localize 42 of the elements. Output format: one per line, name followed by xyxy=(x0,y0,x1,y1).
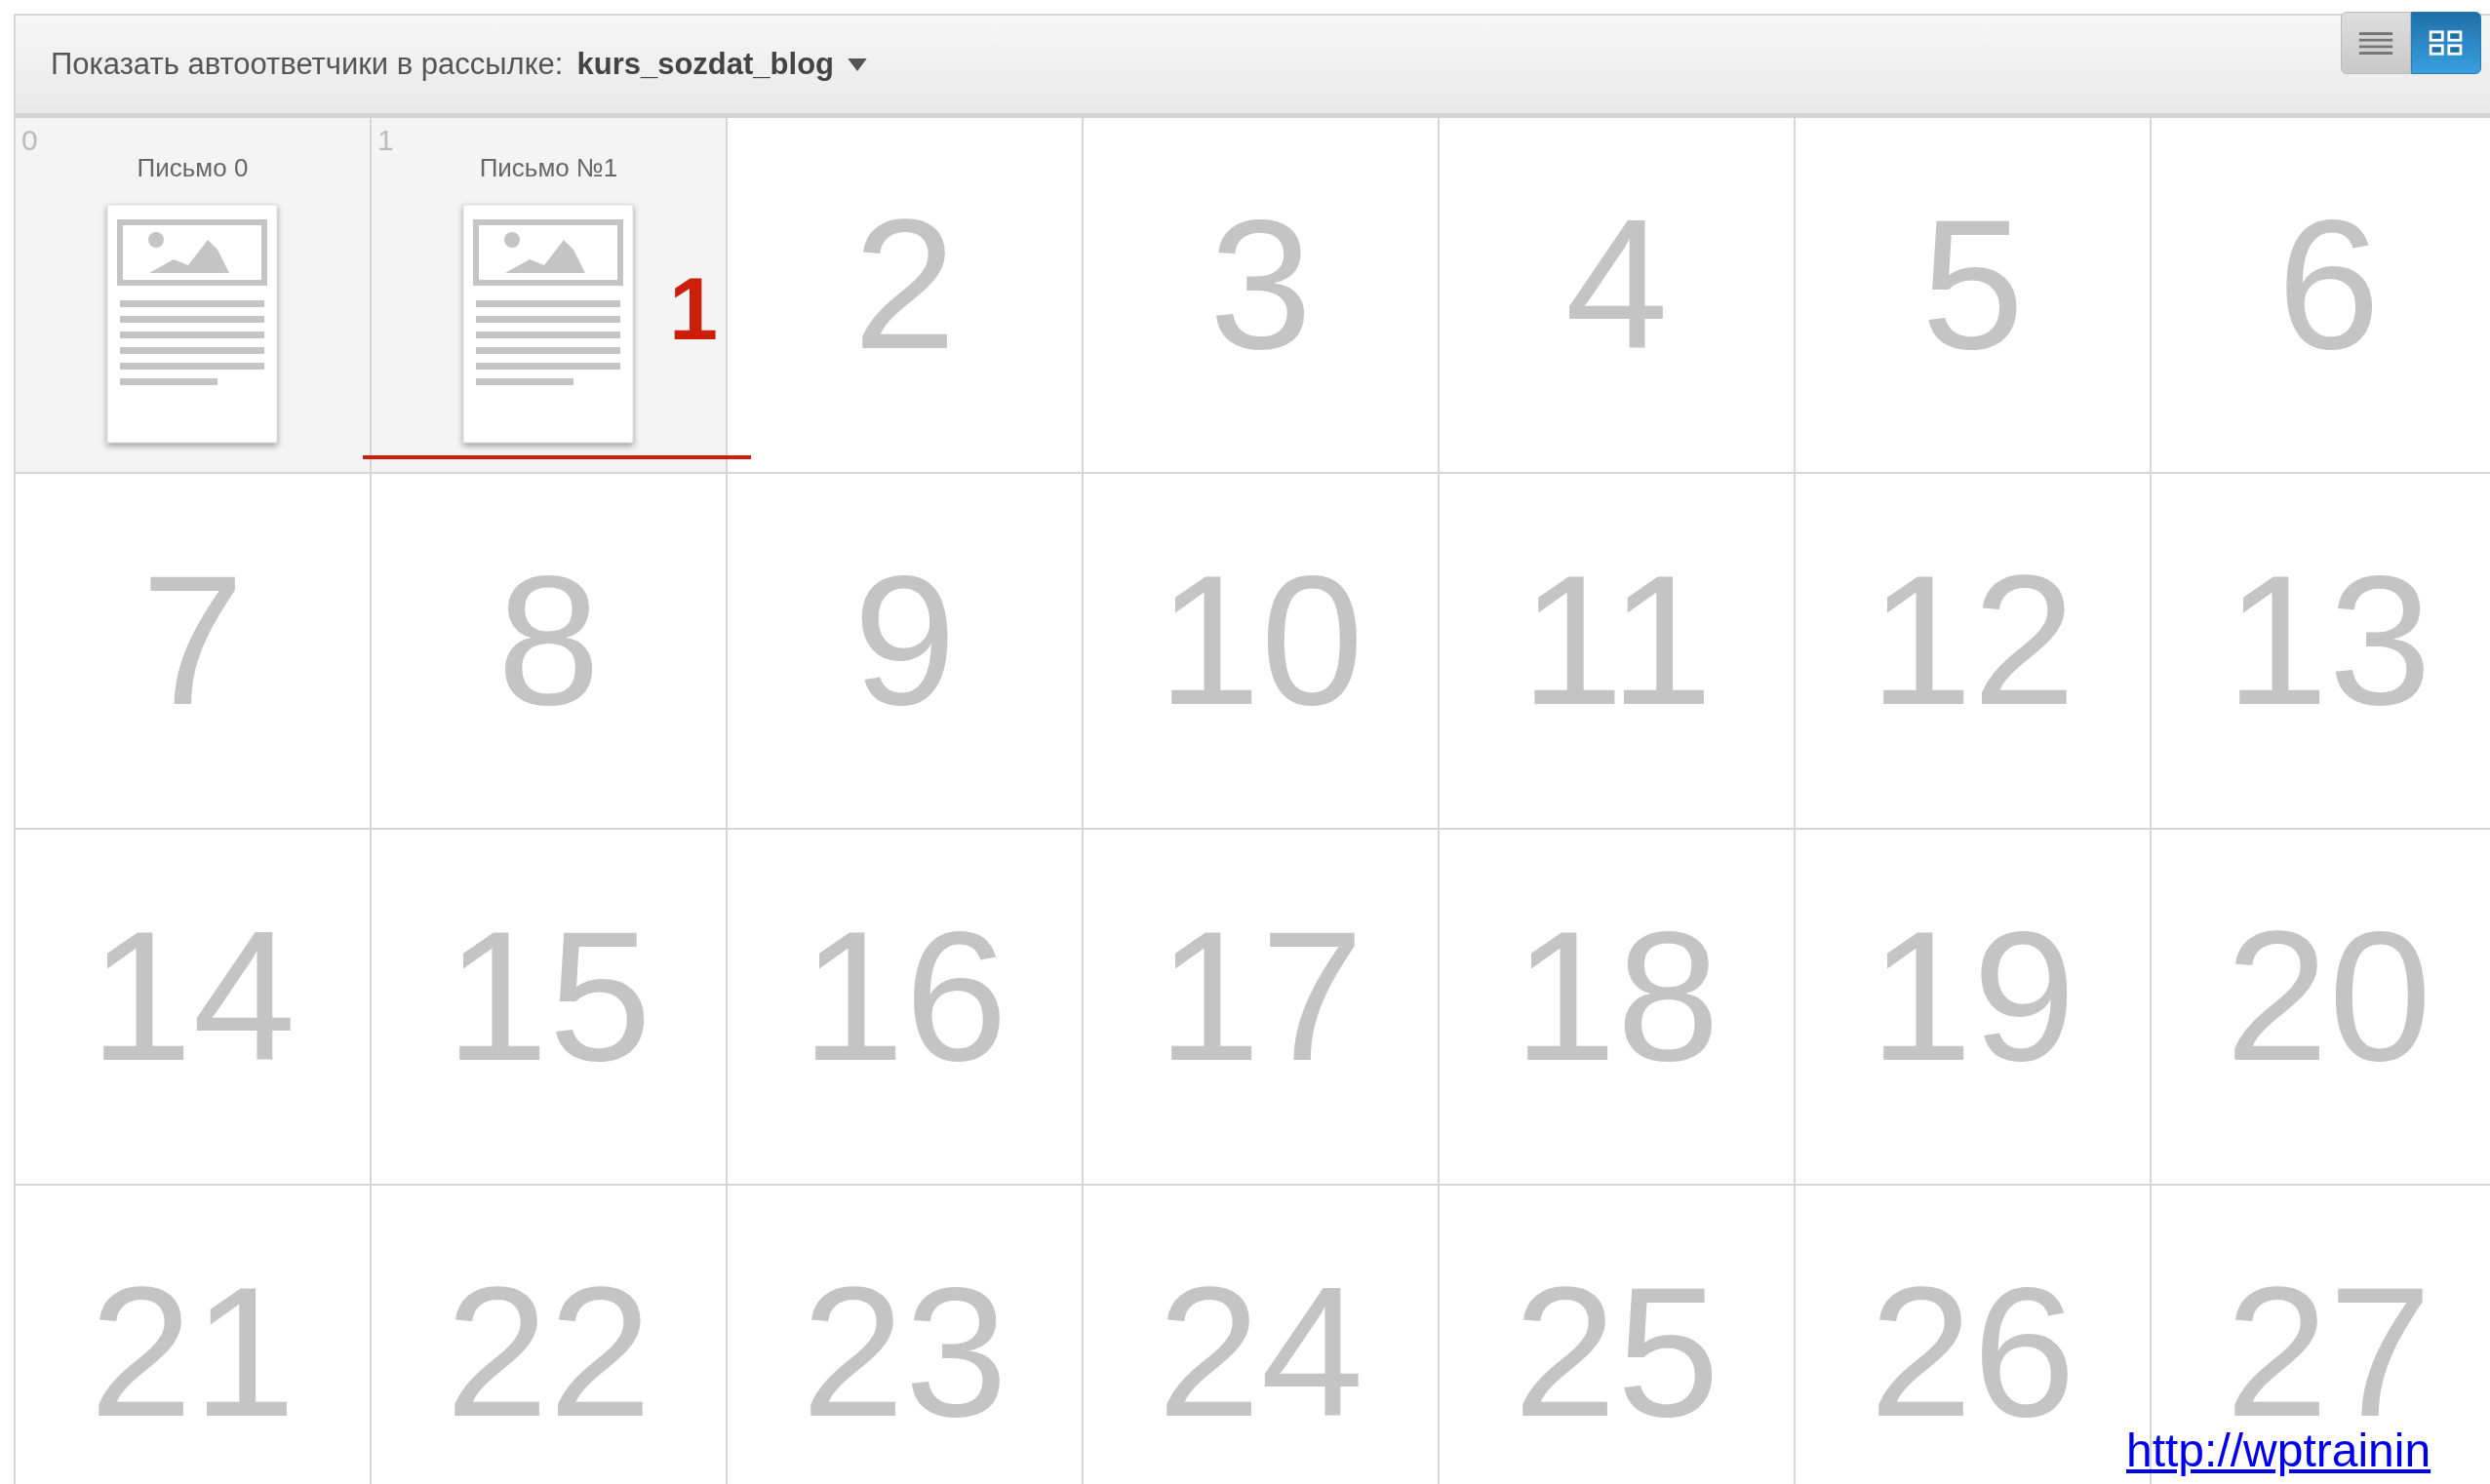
day-number: 27 xyxy=(2225,1276,2432,1425)
list-dropdown[interactable]: kurs_sozdat_blog xyxy=(576,47,835,82)
day-number: 16 xyxy=(801,920,1008,1070)
annotation-number: 1 xyxy=(669,259,719,360)
day-number: 13 xyxy=(2225,565,2432,714)
day-number: 12 xyxy=(1869,565,2076,714)
letter-title: Письмо 0 xyxy=(137,153,249,183)
day-number: 24 xyxy=(1157,1276,1364,1425)
day-number: 0 xyxy=(21,124,38,157)
website-link[interactable]: http://wptrainin xyxy=(2126,1425,2431,1477)
day-number: 18 xyxy=(1513,920,1720,1070)
grid-icon[interactable] xyxy=(2428,29,2465,57)
day-number: 15 xyxy=(445,920,652,1070)
day-number: 1 xyxy=(377,124,394,157)
day-number: 21 xyxy=(89,1276,296,1425)
letter-cell[interactable]: 0 Письмо 0 xyxy=(16,118,372,474)
day-number: 25 xyxy=(1513,1276,1720,1425)
day-number: 5 xyxy=(1920,209,2025,358)
list-view-button[interactable] xyxy=(2341,12,2411,74)
day-number: 10 xyxy=(1157,565,1364,714)
day-number: 22 xyxy=(445,1276,652,1425)
day-number: 14 xyxy=(89,920,296,1070)
caret-icon[interactable] xyxy=(848,58,868,71)
letter-title: Письмо №1 xyxy=(479,153,618,183)
day-number: 8 xyxy=(496,565,601,714)
day-number: 23 xyxy=(801,1276,1008,1425)
day-number: 19 xyxy=(1869,920,2076,1070)
day-number: 17 xyxy=(1157,920,1364,1070)
day-number: 3 xyxy=(1208,209,1313,358)
day-number: 7 xyxy=(140,565,245,714)
day-number: 20 xyxy=(2225,920,2432,1070)
day-number: 6 xyxy=(2276,209,2381,358)
letter-thumbnail-icon[interactable] xyxy=(104,203,281,447)
letter-thumbnail-icon[interactable] xyxy=(460,203,637,447)
list-icon[interactable] xyxy=(2357,29,2394,57)
day-number: 26 xyxy=(1869,1276,2076,1425)
toolbar-label: Показать автоответчики в рассылке: xyxy=(51,47,564,82)
day-number: 9 xyxy=(852,565,957,714)
day-number: 11 xyxy=(1520,565,1714,714)
grid-view-button[interactable] xyxy=(2411,12,2481,74)
day-number: 4 xyxy=(1564,209,1669,358)
day-number: 2 xyxy=(852,209,957,358)
